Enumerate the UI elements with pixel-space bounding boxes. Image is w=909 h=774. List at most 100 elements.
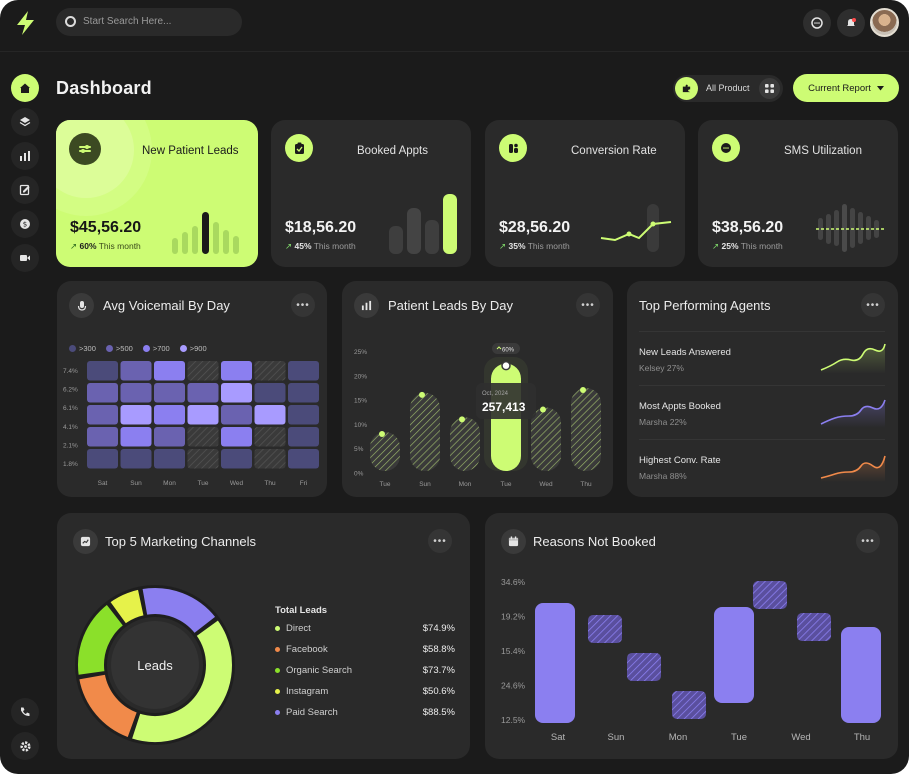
tooltip-date: Oct, 2024 (482, 391, 509, 397)
kpi-mini-bars (172, 212, 239, 254)
x-axis-label: Sun (130, 480, 142, 487)
avatar[interactable] (870, 8, 899, 37)
trend-up-icon: ↗ (499, 241, 507, 251)
sidebar-item-billing[interactable]: $ (11, 210, 39, 238)
legend-label: >700 (152, 344, 170, 353)
sidebar-item-layers[interactable] (11, 108, 39, 136)
heatmap-cell (154, 405, 185, 425)
y-axis-label: 2.1% (63, 442, 78, 449)
x-axis-label: Wed (230, 480, 244, 487)
gear-icon (19, 740, 31, 752)
sidebar-item-video[interactable] (11, 244, 39, 272)
kpi-card-conversion-rate[interactable]: Conversion Rate $28,56.20 ↗ 35% This mon… (485, 120, 685, 267)
kpi-title: Booked Appts (357, 145, 428, 157)
agent-metric-sub: Marsha 22% (639, 417, 687, 427)
heatmap-cell (221, 427, 252, 447)
notifications-button[interactable] (837, 9, 865, 37)
chat-icon (712, 134, 740, 162)
tooltip-value: 257,413 (482, 400, 526, 414)
heatmap-cell (120, 361, 152, 381)
phone-icon (21, 707, 30, 717)
heatmap-cell (120, 383, 152, 403)
channel-name: Instagram (286, 686, 329, 697)
sidebar-item-notes[interactable] (11, 176, 39, 204)
sidebar-item-phone[interactable] (11, 698, 39, 726)
x-axis-label: Mon (163, 480, 176, 487)
grid-icon[interactable] (759, 78, 780, 99)
kpi-period: This month (313, 241, 356, 251)
heatmap-cell (288, 361, 319, 381)
more-options-button[interactable]: ••• (861, 293, 885, 317)
channel-row[interactable]: Direct $74.9% (275, 623, 455, 634)
kpi-card-new-patient-leads[interactable]: New Patient Leads $45,56.20 ↗ 60% This m… (56, 120, 258, 267)
kpi-change-value: 60% (79, 241, 97, 251)
kpi-card-sms-utilization[interactable]: SMS Utilization $38,56.20 ↗ 25% This mon… (698, 120, 898, 267)
agents-card: Top Performing Agents ••• New Leads Answ… (627, 281, 898, 497)
search-box[interactable]: Start Search Here... (56, 8, 242, 36)
bar-chart-icon (354, 293, 379, 318)
svg-text:$: $ (23, 221, 27, 229)
heatmap-cell (221, 405, 252, 425)
kpi-card-booked-appts[interactable]: Booked Appts $18,56.20 ↗ 45% This month (271, 120, 471, 267)
voicemail-heatmap: 7.4% 6.2% 6.1% 4.1% 2.1% 1.8% Sat Sun Mon Tue Wed T… (63, 361, 319, 487)
heatmap-cell (288, 427, 319, 447)
heatmap-cell (221, 449, 252, 469)
agent-row[interactable]: New Leads Answered Kelsey 27% (639, 331, 886, 387)
kpi-title: Conversion Rate (571, 145, 657, 157)
agent-row[interactable]: Highest Conv. Rate Marsha 88% (639, 439, 886, 495)
bar (797, 613, 831, 641)
product-filter[interactable]: All Product (673, 75, 783, 102)
channel-row[interactable]: Organic Search $73.7% (275, 665, 455, 676)
kpi-period: This month (740, 241, 783, 251)
messages-button[interactable] (803, 9, 831, 37)
lightning-logo-icon[interactable] (12, 9, 40, 37)
channel-row[interactable]: Paid Search $88.5% (275, 707, 455, 718)
heatmap-cell (87, 383, 118, 403)
layers-icon (19, 117, 31, 127)
agent-row[interactable]: Most Appts Booked Marsha 22% (639, 385, 886, 441)
y-axis-label: 25% (354, 349, 367, 356)
microphone-icon (69, 293, 94, 318)
calendar-icon (501, 529, 526, 554)
card-title: Avg Voicemail By Day (103, 298, 230, 313)
legend-label: >500 (115, 344, 133, 353)
kpi-period: This month (98, 241, 141, 251)
y-axis-label: 12.5% (501, 715, 526, 725)
bar-dot (540, 406, 546, 413)
heatmap-cell (187, 405, 219, 425)
more-options-button[interactable]: ••• (291, 293, 315, 317)
product-filter-label: All Product (706, 83, 750, 93)
more-options-button[interactable]: ••• (856, 529, 880, 553)
search-input[interactable]: Start Search Here... (83, 16, 171, 27)
sidebar-item-analytics[interactable] (11, 142, 39, 170)
current-report-button[interactable]: Current Report (793, 74, 899, 102)
more-options-button[interactable]: ••• (576, 293, 600, 317)
legend-dot (142, 345, 150, 352)
heatmap-cell (221, 361, 252, 381)
bar (627, 653, 661, 681)
y-axis-label: 20% (354, 373, 367, 380)
x-axis-label: Sun (419, 481, 431, 488)
trend-up-icon: ↗ (712, 241, 720, 251)
heatmap-cell (120, 405, 152, 425)
legend-dot (105, 345, 113, 352)
y-axis-label: 10% (354, 422, 367, 429)
x-axis-label: Wed (539, 481, 553, 488)
channel-value: $58.8% (422, 644, 455, 655)
channel-name: Direct (286, 623, 311, 634)
x-axis-label: Tue (380, 481, 391, 488)
more-options-button[interactable]: ••• (428, 529, 452, 553)
y-axis-label: 6.2% (63, 387, 78, 394)
donut-center-label: Leads (137, 658, 173, 673)
y-axis-label: 5% (354, 446, 364, 453)
x-axis-label: Sun (608, 732, 625, 743)
sidebar-item-settings[interactable] (11, 732, 39, 760)
heatmap-cell (288, 383, 319, 403)
channel-row[interactable]: Facebook $58.8% (275, 644, 455, 655)
channel-row[interactable]: Instagram $50.6% (275, 686, 455, 697)
x-axis-label: Thu (264, 480, 276, 487)
tooltip: Oct, 2024 257,413 (476, 383, 536, 419)
heatmap-cell (254, 361, 286, 381)
sidebar-item-home[interactable] (11, 74, 39, 102)
heatmap-cell (221, 383, 252, 403)
